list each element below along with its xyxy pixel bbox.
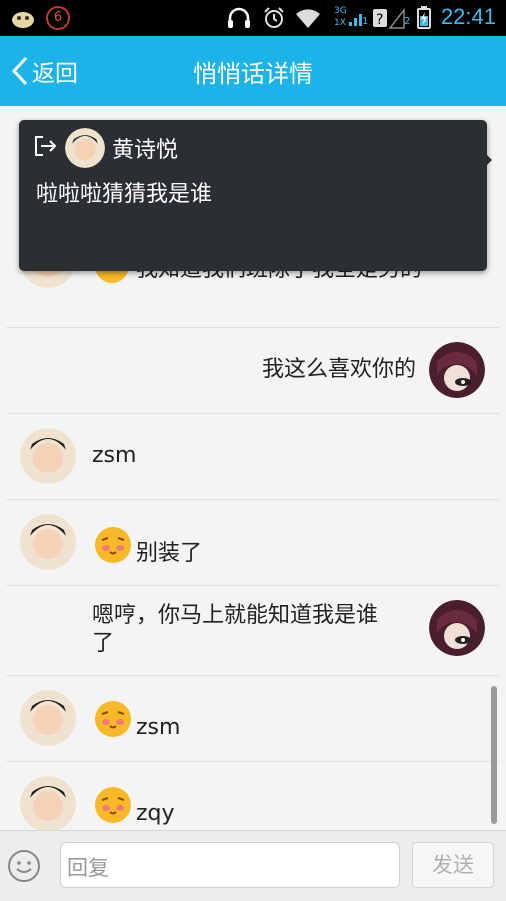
avatar: [20, 690, 76, 746]
signal-labels: 3G 1X: [334, 5, 347, 29]
message-row[interactable]: zsm: [6, 414, 500, 500]
smiley-icon[interactable]: [6, 848, 42, 884]
emoji-icon: [94, 786, 132, 828]
avatar: [20, 776, 76, 830]
message-row[interactable]: 别装了: [6, 500, 500, 586]
signal-label-3g: 3G: [334, 6, 347, 16]
popup-message-text: 啦啦啦猜猜我是谁: [36, 182, 213, 207]
emoji-icon: [94, 700, 132, 742]
scrollbar[interactable]: [491, 686, 497, 824]
headphones-icon: [228, 7, 250, 28]
sim-slot-2: 2: [404, 16, 411, 27]
message-text: zsm: [136, 715, 181, 740]
wifi-icon: [296, 9, 320, 28]
avatar: [429, 342, 485, 398]
signal-label-1x: 1X: [334, 18, 346, 28]
reply-bar: 回复 发送: [0, 830, 506, 901]
send-button[interactable]: 发送: [412, 842, 494, 888]
popup-avatar: [65, 128, 105, 168]
reply-input-placeholder: 回复: [67, 856, 109, 880]
message-text: zqy: [136, 801, 175, 826]
notification-count: 6: [53, 10, 63, 25]
avatar: [20, 514, 76, 570]
popup-pointer: [486, 154, 492, 166]
header-bar: 返回 悄悄话详情: [0, 36, 506, 106]
alarm-clock-icon: [264, 7, 284, 28]
message-row[interactable]: 嗯哼，你马上就能知道我是谁 了: [6, 586, 500, 676]
message-detail-popup[interactable]: 黄诗悦 啦啦啦猜猜我是谁: [19, 120, 487, 271]
message-text-line-2: 了: [92, 631, 115, 656]
message-text: 我这么喜欢你的: [261, 357, 416, 382]
notification-count-badge: 6: [46, 6, 70, 30]
message-text-line-1: 嗯哼，你马上就能知道我是谁: [92, 603, 379, 628]
page-title: 悄悄话详情: [193, 60, 313, 88]
avatar: [20, 428, 76, 484]
battery-icon: [417, 6, 431, 29]
status-time: 22:41: [440, 4, 496, 29]
no-sim-icon: ?: [373, 7, 405, 29]
exit-icon[interactable]: [33, 134, 59, 158]
emoji-icon: [94, 526, 132, 568]
message-text: zsm: [92, 443, 137, 468]
app-notification-icon: [12, 12, 34, 28]
message-row[interactable]: zsm: [6, 676, 500, 762]
status-bar: 6 3G 1X 1 ? 2 22:41: [0, 0, 506, 36]
reply-input[interactable]: 回复: [60, 842, 400, 888]
svg-text:?: ?: [376, 12, 383, 28]
sim-slot-1: 1: [362, 16, 369, 27]
popup-sender-name: 黄诗悦: [112, 138, 179, 163]
message-row[interactable]: zqy: [6, 762, 500, 830]
message-row[interactable]: 我这么喜欢你的: [6, 328, 500, 414]
message-text: 别装了: [136, 541, 203, 566]
avatar: [429, 600, 485, 656]
